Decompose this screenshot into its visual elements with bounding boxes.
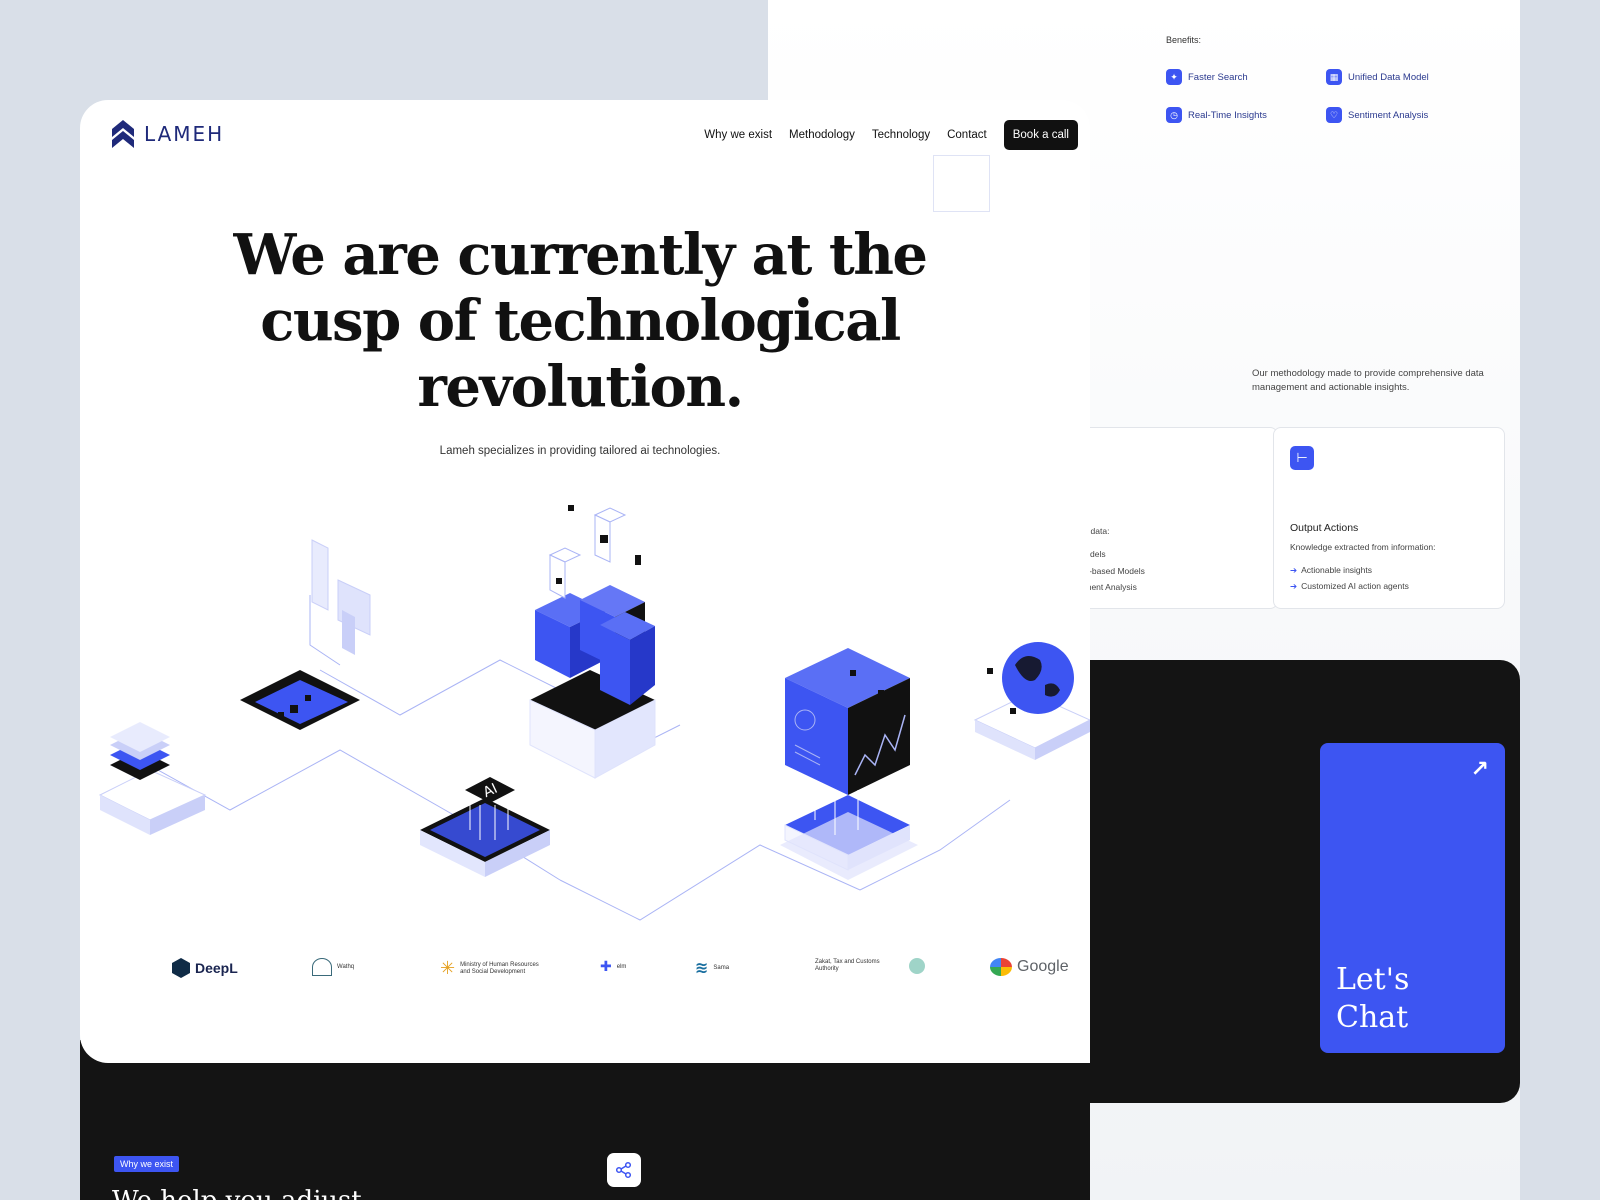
methodology-description: Our methodology made to provide comprehe… (1252, 368, 1484, 393)
partner-sama: ≋ Sama (695, 958, 729, 978)
sama-logo-icon: ≋ (695, 960, 709, 977)
arrow-right-icon: ➔ (1290, 565, 1298, 575)
partner-name: Ministry of Human Resources and Social D… (460, 961, 539, 975)
card-title: Output Actions (1290, 522, 1359, 534)
section-title: We help you adjust (112, 1186, 612, 1200)
output-actions-card: ⊢ Output Actions Knowledge extracted fro… (1273, 427, 1505, 609)
benefit-faster-search: ✦ Faster Search (1166, 69, 1248, 85)
partner-name: Zakat, Tax and Customs Authority (815, 959, 880, 972)
benefit-sentiment-analysis: ♡ Sentiment Analysis (1326, 107, 1428, 123)
lameh-logo-icon (112, 120, 134, 148)
nav-technology[interactable]: Technology (872, 129, 930, 141)
layer-stack-graphic (98, 722, 207, 835)
elm-logo-icon: ✚ (600, 958, 612, 974)
benefit-unified-data-model: ▦ Unified Data Model (1326, 69, 1429, 85)
card-item: ➔ Customized AI action agents (1290, 581, 1409, 592)
partner-elm: ✚ elm (600, 958, 626, 975)
benefit-label: Faster Search (1188, 71, 1248, 83)
data-cubes-graphic (529, 505, 656, 779)
google-cloud-logo-icon (990, 958, 1012, 976)
heart-icon: ♡ (1326, 107, 1342, 123)
benefit-label: Real-Time Insights (1188, 109, 1267, 121)
book-a-call-button[interactable]: Book a call (1003, 120, 1078, 150)
zatca-logo-icon (909, 958, 925, 974)
hero-subtitle: Lameh specializes in providing tailored … (439, 445, 721, 457)
hero-title: We are currently at the cusp of technolo… (233, 222, 928, 420)
card-item-label: Actionable insights (1301, 565, 1373, 575)
clock-icon: ◷ (1166, 107, 1182, 123)
portal-graphic (240, 539, 371, 730)
partner-name: Sama (713, 965, 730, 971)
analytics-cube-graphic (780, 648, 918, 880)
nav-methodology[interactable]: Methodology (789, 129, 855, 141)
share-icon (615, 1161, 632, 1179)
partner-name: elm (616, 963, 627, 970)
benefit-real-time-insights: ◷ Real-Time Insights (1166, 107, 1267, 123)
card-subtitle: Knowledge extracted from information: (1290, 542, 1436, 552)
lets-chat-label: Let's Chat (1336, 962, 1410, 1035)
section-tag: Why we exist (114, 1156, 180, 1172)
benefit-label: Unified Data Model (1348, 71, 1429, 83)
partner-name: DeepL (195, 960, 238, 976)
brand-logo[interactable]: LAMEH (112, 120, 224, 148)
deepl-logo-icon (172, 958, 190, 978)
sparkle-icon: ✦ (1166, 69, 1182, 85)
benefits-label: Benefits: (1166, 35, 1202, 45)
arrow-right-icon: ➔ (1290, 581, 1298, 591)
nav-contact[interactable]: Contact (947, 129, 987, 141)
partner-logos: DeepL Wathq ✳ Ministry of Human Resource… (80, 950, 1090, 990)
palm-logo-icon: ✳ (440, 958, 456, 978)
data-model-icon: ▦ (1326, 69, 1342, 85)
wathq-logo-icon (312, 958, 332, 976)
why-we-exist-section (80, 1040, 1090, 1200)
tree-icon: ⊢ (1290, 446, 1314, 470)
nav-why-we-exist[interactable]: Why we exist (704, 129, 772, 141)
front-page: LAMEH Why we exist Methodology Technolog… (80, 100, 1090, 1063)
card-item-label: Customized AI action agents (1301, 581, 1409, 591)
benefit-label: Sentiment Analysis (1348, 109, 1429, 121)
card-item: ➔ Actionable insights (1290, 565, 1372, 576)
partner-hrsd: ✳ Ministry of Human Resources and Social… (440, 958, 540, 979)
partner-name: Google (1017, 958, 1069, 975)
decorative-frame (933, 155, 990, 212)
brand-name: LAMEH (144, 122, 225, 146)
partner-deepl: DeepL (172, 958, 238, 978)
partner-name: Wathq (337, 964, 355, 970)
partner-zatca: Zakat, Tax and Customs Authority (815, 958, 925, 974)
isometric-illustration: AI (98, 505, 1090, 921)
lets-chat-card[interactable]: ↗ Let's Chat (1320, 743, 1505, 1053)
partner-google: Google (990, 958, 1069, 976)
share-button[interactable] (607, 1153, 641, 1187)
arrow-up-right-icon: ↗ (1470, 757, 1489, 782)
main-nav: Why we exist Methodology Technology Cont… (704, 120, 1078, 150)
globe-graphic (973, 642, 1090, 760)
partner-wathq: Wathq (312, 958, 354, 976)
